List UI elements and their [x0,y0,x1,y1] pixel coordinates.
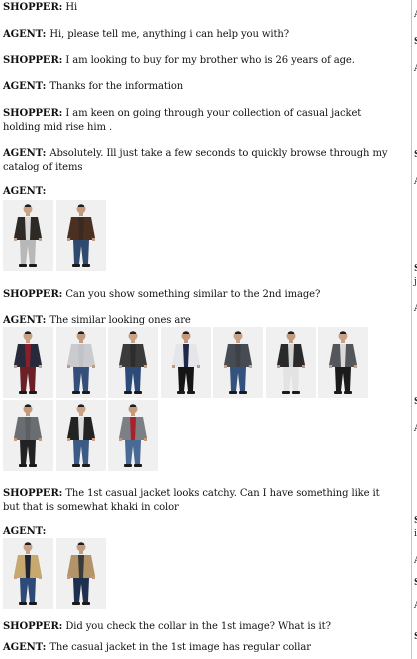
message-text: Can you show something similar to the 2n… [62,289,321,300]
product-image[interactable] [318,327,368,398]
message-shopper: SHOPPER: Hi [3,1,399,15]
product-image[interactable] [3,200,53,271]
speaker-label: AGENT: [3,315,47,326]
message-text: Hi, please tell me, anything i can help … [46,29,289,40]
product-image-row [3,200,113,271]
speaker-label: SHOPPER: [3,621,63,632]
message-text: Absolutely. Ill just take a few seconds … [3,148,388,173]
message-shopper: SHOPPER: Can you show something similar … [3,288,399,302]
product-image-row [3,327,403,398]
message-agent: AGENT: The casual jacket in the 1st imag… [3,641,399,655]
speaker-label: SHOPPER: [3,289,63,300]
speaker-label: SHOPPER: [3,108,63,119]
message-agent: AGENT: Absolutely. Ill just take a few s… [3,147,399,175]
message-shopper: SHOPPER: I am keen on going through your… [3,107,399,135]
speaker-label: AGENT: [3,29,47,40]
message-agent: AGENT: The similar looking ones are [3,314,399,328]
message-shopper: SHOPPER: The 1st casual jacket looks cat… [3,487,399,515]
message-text: Thanks for the information [46,81,184,92]
message-text: Hi [62,2,78,13]
product-image[interactable] [55,400,106,471]
speaker-label: AGENT: [3,526,47,537]
speaker-label: SHOPPER: [3,2,63,13]
product-image-row [3,538,113,609]
product-image[interactable] [108,327,158,398]
speaker-label: AGENT: [3,81,47,92]
message-agent: AGENT: Thanks for the information [3,80,399,94]
product-image[interactable] [108,400,158,471]
product-image[interactable] [160,327,211,398]
speaker-label: SHOPPER: [3,488,63,499]
side-panel-fragment: i [414,529,417,539]
speaker-label: SHOPPER: [3,55,63,66]
message-shopper: SHOPPER: I am looking to buy for my brot… [3,54,399,68]
adjacent-panel-edge: ASASASjASASiASAS [406,0,417,659]
speaker-label: AGENT: [3,148,47,159]
message-agent: AGENT: [3,185,399,199]
product-image[interactable] [213,327,263,398]
speaker-label: AGENT: [3,186,47,197]
message-agent: AGENT: [3,525,399,539]
product-image[interactable] [3,400,53,471]
panel-divider [411,0,412,659]
product-image-row [3,400,173,471]
product-image[interactable] [3,538,53,609]
side-panel-fragment: j [414,277,417,287]
product-image[interactable] [265,327,316,398]
speaker-label: AGENT: [3,642,47,653]
product-image[interactable] [55,538,106,609]
product-image[interactable] [55,327,106,398]
message-text: I am looking to buy for my brother who i… [62,55,355,66]
product-image[interactable] [55,200,106,271]
product-image[interactable] [3,327,53,398]
message-text: Did you check the collar in the 1st imag… [62,621,331,632]
message-text: The similar looking ones are [46,315,191,326]
message-shopper: SHOPPER: Did you check the collar in the… [3,620,399,634]
message-text: The casual jacket in the 1st image has r… [46,642,311,653]
message-agent: AGENT: Hi, please tell me, anything i ca… [3,28,399,42]
